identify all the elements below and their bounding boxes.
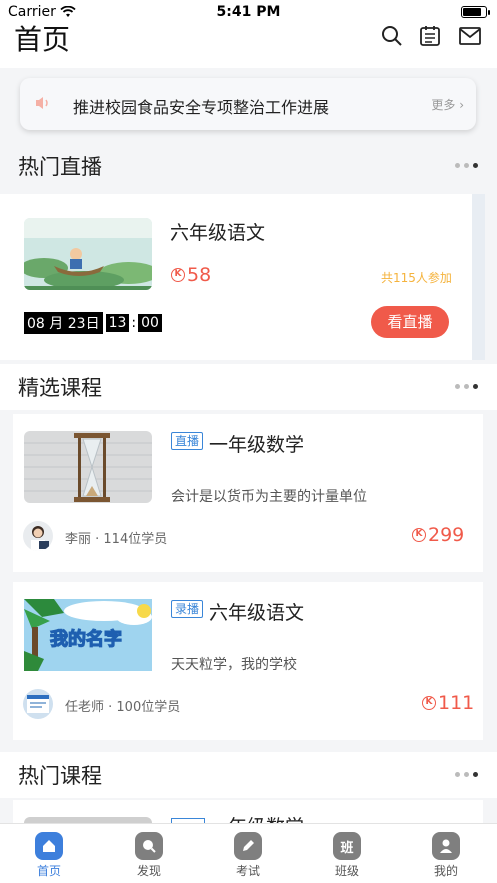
- more-dots-icon[interactable]: [455, 163, 478, 168]
- discover-icon: [135, 832, 163, 860]
- section-hot-live: 热门直播: [0, 143, 497, 189]
- course-card[interactable]: 我的名字 录播 六年级语文 天天粒学，我的学校 任老师 · 100位学员 K 1…: [13, 582, 483, 740]
- tab-class[interactable]: 班 班级: [317, 832, 377, 879]
- tab-home[interactable]: 首页: [19, 832, 79, 879]
- battery-icon: [461, 6, 490, 18]
- countdown-month-block: 08 月 23日: [24, 312, 103, 334]
- notice-text: 推进校园食品安全专项整治工作进展: [73, 98, 330, 117]
- course-price: K 299: [412, 524, 464, 546]
- live-countdown: 08 月 23日 13 : 00: [24, 312, 162, 334]
- course-price-value: 111: [438, 692, 475, 714]
- course-thumbnail: [24, 431, 152, 503]
- course-price-value: 299: [428, 524, 465, 546]
- course-thumbnail: 我的名字: [24, 599, 152, 671]
- more-dots-icon[interactable]: [455, 384, 478, 389]
- section-featured: 精选课程: [0, 364, 497, 410]
- scroll-indicator: [472, 194, 485, 360]
- mail-icon[interactable]: [458, 24, 482, 48]
- watch-live-button[interactable]: 看直播: [371, 306, 449, 338]
- course-title: 一年级数学: [209, 434, 305, 456]
- avatar: [23, 689, 53, 719]
- tab-discover[interactable]: 发现: [119, 832, 179, 879]
- course-title: 六年级语文: [209, 602, 305, 624]
- section-title: 精选课程: [18, 376, 102, 400]
- live-price-value: 58: [187, 264, 212, 286]
- bottom-tab-bar: 首页 发现 考试 班 班级 我的: [0, 823, 497, 883]
- currency-icon: K: [412, 528, 426, 542]
- course-desc: 会计是以货币为主要的计量单位: [171, 489, 367, 505]
- home-icon: [35, 832, 63, 860]
- search-icon[interactable]: [380, 24, 404, 48]
- notice-banner[interactable]: 推进校园食品安全专项整治工作进展 更多 ›: [20, 78, 476, 130]
- countdown-minute: 00: [138, 314, 162, 332]
- course-price: K 111: [422, 692, 474, 714]
- course-type-tag: 直播: [171, 432, 204, 450]
- countdown-sep: :: [131, 315, 137, 331]
- live-title: 六年级语文: [170, 222, 266, 244]
- countdown-hour: 13: [105, 314, 130, 332]
- course-title: 一年级数学: [209, 812, 304, 823]
- tab-profile[interactable]: 我的: [416, 832, 476, 879]
- live-price: K 58: [171, 264, 211, 286]
- countdown-day-unit: 日: [85, 316, 100, 332]
- course-card-partial[interactable]: 一年级数学: [13, 800, 483, 823]
- status-bar: Carrier 5:41 PM: [0, 0, 497, 24]
- countdown-month: 08: [27, 316, 45, 332]
- tab-label: 首页: [36, 864, 61, 878]
- section-title: 热门课程: [18, 764, 102, 788]
- countdown-day: 23: [67, 316, 86, 332]
- class-icon: 班: [333, 832, 361, 860]
- live-thumbnail: [24, 218, 152, 290]
- section-hot-courses: 热门课程: [0, 752, 497, 798]
- course-desc: 天天粒学，我的学校: [171, 657, 297, 673]
- avatar: [23, 521, 53, 551]
- page-title: 首页: [14, 23, 71, 56]
- notice-more-link[interactable]: 更多 ›: [431, 96, 464, 113]
- top-header: 首页: [0, 23, 497, 68]
- teacher-info: 李丽 · 114位学员: [65, 532, 168, 547]
- tab-label: 我的: [433, 864, 458, 878]
- tab-exam[interactable]: 考试: [218, 832, 278, 879]
- countdown-month-unit: 月: [49, 316, 64, 332]
- teacher-info: 任老师 · 100位学员: [65, 700, 181, 715]
- calendar-icon[interactable]: [418, 24, 442, 48]
- more-dots-icon[interactable]: [455, 772, 478, 777]
- speaker-icon: [36, 97, 48, 109]
- course-type-tag: 录播: [171, 600, 204, 618]
- thumbnail-text: 我的名字: [50, 628, 122, 650]
- profile-icon: [432, 832, 460, 860]
- clock: 5:41 PM: [216, 4, 281, 20]
- tab-label: 考试: [235, 864, 260, 878]
- tab-label: 发现: [136, 864, 161, 878]
- currency-icon: K: [171, 268, 185, 282]
- live-participants: 共115人参加: [381, 271, 452, 285]
- course-card[interactable]: 直播 一年级数学 会计是以货币为主要的计量单位 李丽 · 114位学员 K 29…: [13, 414, 483, 572]
- section-title: 热门直播: [18, 155, 102, 179]
- tab-label: 班级: [334, 864, 359, 878]
- currency-icon: K: [422, 696, 436, 710]
- exam-icon: [234, 832, 262, 860]
